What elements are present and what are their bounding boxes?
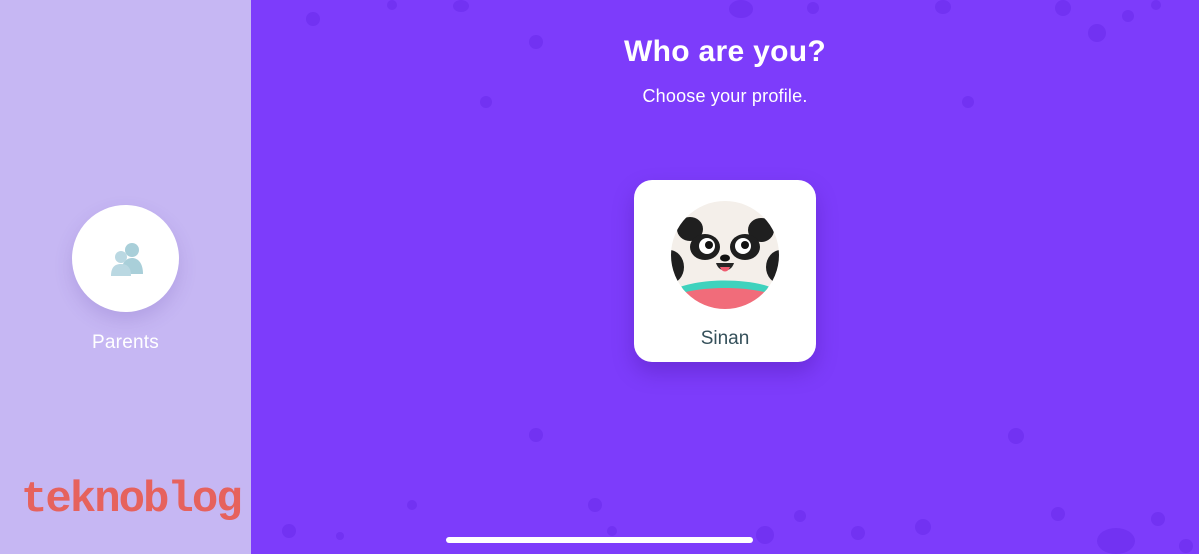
background-dot — [306, 12, 320, 26]
panda-avatar-icon — [671, 201, 779, 309]
profile-card-sinan[interactable]: Sinan — [634, 180, 816, 362]
background-dot — [1051, 507, 1065, 521]
background-dot — [1122, 10, 1134, 22]
background-dot — [453, 0, 469, 12]
background-dot — [1151, 512, 1165, 526]
home-indicator[interactable] — [446, 537, 753, 543]
family-icon — [110, 242, 143, 276]
background-dot — [756, 526, 774, 544]
background-dot — [588, 498, 602, 512]
background-dot — [1179, 539, 1193, 553]
page-subtitle: Choose your profile. — [642, 86, 808, 106]
page-title: Who are you? — [624, 35, 826, 68]
background-dot — [851, 526, 865, 540]
background-dot — [1055, 0, 1071, 16]
background-dot — [729, 0, 753, 18]
background-dot — [1097, 528, 1135, 554]
profile-name: Sinan — [700, 328, 750, 349]
background-dot — [387, 0, 397, 10]
background-dot — [1151, 0, 1161, 10]
sidebar: Parents teknoblog — [0, 0, 251, 554]
background-dot — [529, 428, 543, 442]
background-dot — [282, 524, 296, 538]
app-screen: Parents teknoblog Who are you? Choose yo — [0, 0, 1199, 554]
profile-picker: Who are you? Choose your profile. Sinan — [251, 0, 1199, 554]
background-dot — [807, 2, 819, 14]
background-dot — [794, 510, 806, 522]
parents-label: Parents — [92, 332, 159, 353]
teknoblog-logo: teknoblog — [21, 475, 243, 525]
background-dot — [336, 532, 344, 540]
background-dot — [607, 526, 617, 536]
background-dot — [407, 500, 417, 510]
background-dot — [935, 0, 951, 14]
background-dot — [915, 519, 931, 535]
background-dot — [1008, 428, 1024, 444]
parents-button[interactable] — [72, 205, 179, 312]
